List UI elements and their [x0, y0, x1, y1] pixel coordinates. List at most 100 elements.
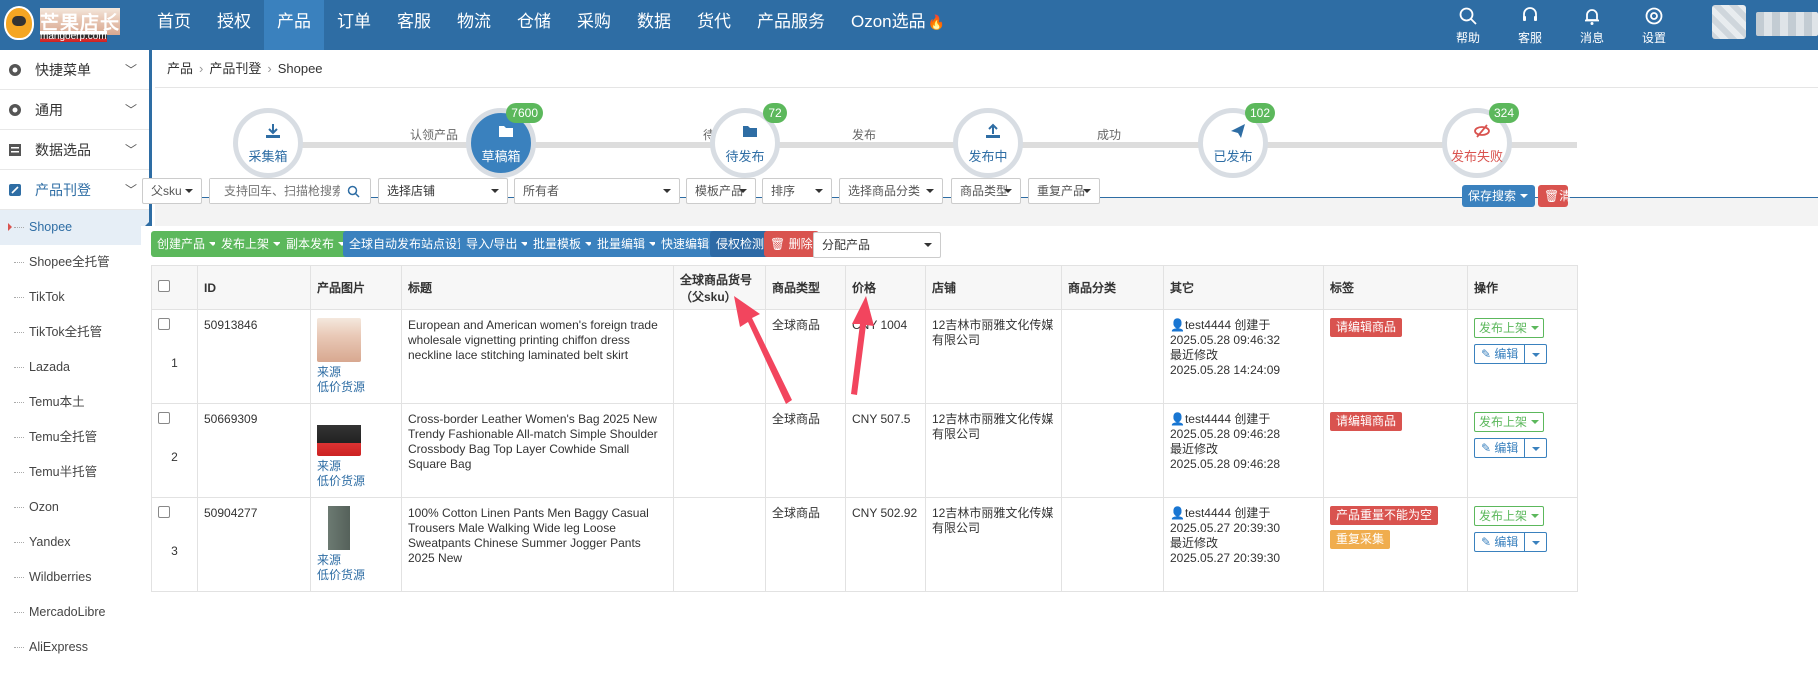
breadcrumb-item[interactable]: 产品刊登 — [209, 61, 261, 76]
help-tool[interactable]: 帮助 — [1437, 0, 1499, 50]
col-store: 店铺 — [925, 265, 1062, 310]
settings-tool[interactable]: 设置 — [1623, 0, 1685, 50]
step-link-publish[interactable]: 发布 — [852, 126, 876, 143]
nav-purchase[interactable]: 采购 — [564, 0, 624, 50]
quick-edit-button[interactable]: 快速编辑 — [655, 231, 716, 257]
row-publish-button[interactable]: 发布上架 — [1474, 506, 1545, 526]
batch-edit-button[interactable]: 批量编辑 — [591, 231, 664, 257]
product-thumbnail[interactable] — [317, 412, 361, 456]
button-label: 副本发布 — [286, 237, 335, 251]
nav-data[interactable]: 数据 — [624, 0, 684, 50]
step-publish-failed[interactable]: 发布失败 324 — [1442, 103, 1519, 178]
clear-button[interactable]: 🗑清 — [1538, 185, 1571, 207]
nav-warehouse[interactable]: 仓储 — [504, 0, 564, 50]
infringement-check-button[interactable]: 侵权检测 — [710, 231, 771, 257]
breadcrumb-item[interactable]: 产品 — [167, 61, 193, 76]
nav-product-service[interactable]: 产品服务 — [744, 0, 838, 50]
sidebar-item-tiktok-full[interactable]: TikTok全托管 — [0, 315, 149, 350]
save-search-button[interactable]: 保存搜索 — [1462, 185, 1535, 207]
sidebar-group-listing[interactable]: 产品刊登 ﹀ — [0, 170, 149, 210]
nav-service[interactable]: 客服 — [384, 0, 444, 50]
step-link-claim[interactable]: 认领产品 — [410, 126, 458, 143]
sidebar-item-temu-semi[interactable]: Temu半托管 — [0, 455, 149, 490]
step-draft-box[interactable]: 草稿箱 7600 — [466, 103, 543, 178]
sidebar-group-data-select[interactable]: 数据选品 ﹀ — [0, 130, 149, 170]
service-tool[interactable]: 客服 — [1499, 0, 1561, 50]
nav-product[interactable]: 产品 — [264, 0, 324, 50]
create-product-button[interactable]: 创建产品 — [151, 231, 224, 257]
owner-select[interactable]: 所有者 — [514, 178, 680, 204]
button-label: 编辑 — [1494, 347, 1519, 361]
edit-dropdown-toggle[interactable] — [1524, 345, 1546, 363]
step-publishing[interactable]: 发布中 — [953, 108, 1023, 178]
sidebar-group-general[interactable]: 通用 ﹀ — [0, 90, 149, 130]
sidebar-item-temu-local[interactable]: Temu本土 — [0, 385, 149, 420]
row-checkbox[interactable] — [158, 318, 170, 330]
row-edit-button[interactable]: ✎ 编辑 — [1474, 532, 1548, 552]
nav-home[interactable]: 首页 — [144, 0, 204, 50]
type-select[interactable]: 商品类型 — [951, 178, 1021, 204]
sidebar-item-shopee[interactable]: Shopee — [0, 210, 152, 245]
username-blurred[interactable] — [1756, 12, 1818, 36]
row-checkbox[interactable] — [158, 506, 170, 518]
nav-logistics[interactable]: 物流 — [444, 0, 504, 50]
search-icon[interactable] — [347, 185, 360, 198]
row-edit-button[interactable]: ✎ 编辑 — [1474, 438, 1548, 458]
row-price: CNY 502.92 — [845, 497, 926, 592]
product-thumbnail[interactable] — [317, 506, 361, 550]
message-tool[interactable]: 消息 — [1561, 0, 1623, 50]
row-publish-button[interactable]: 发布上架 — [1474, 318, 1545, 338]
copy-publish-button[interactable]: 副本发布 — [280, 231, 353, 257]
nav-ozon-select[interactable]: Ozon选品 🔥 — [838, 0, 958, 50]
nav-auth[interactable]: 授权 — [204, 0, 264, 50]
row-edit-button[interactable]: ✎ 编辑 — [1474, 344, 1548, 364]
sidebar-item-shopee-full[interactable]: Shopee全托管 — [0, 245, 149, 280]
publish-button[interactable]: 发布上架 — [215, 231, 288, 257]
sidebar-item-wildberries[interactable]: Wildberries — [0, 560, 149, 595]
store-select[interactable]: 选择店铺 — [378, 178, 508, 204]
category-select[interactable]: 选择商品分类 — [839, 178, 943, 204]
caret-down-icon — [1083, 189, 1091, 197]
cheap-source-link[interactable]: 低价货源 — [317, 380, 395, 395]
batch-template-button[interactable]: 批量模板 — [527, 231, 600, 257]
delete-button[interactable]: 🗑 删除 — [764, 231, 819, 257]
sidebar-item-lazada[interactable]: Lazada — [0, 350, 149, 385]
edit-label: ✎ 编辑 — [1475, 533, 1524, 551]
col-category: 商品分类 — [1061, 265, 1164, 310]
sidebar-group-quick[interactable]: 快捷菜单 ﹀ — [0, 50, 149, 90]
search-input[interactable] — [210, 179, 340, 203]
nav-order[interactable]: 订单 — [324, 0, 384, 50]
duplicate-select[interactable]: 重复产品 — [1028, 178, 1100, 204]
avatar[interactable] — [1712, 5, 1746, 39]
sidebar-item-mercadolibre[interactable]: MercadoLibre — [0, 595, 149, 630]
step-collect-box[interactable]: 采集箱 — [233, 108, 303, 178]
product-thumbnail[interactable] — [317, 318, 361, 362]
cheap-source-link[interactable]: 低价货源 — [317, 568, 395, 583]
parent-sku-select[interactable]: 父sku — [142, 178, 202, 204]
cheap-source-link[interactable]: 低价货源 — [317, 474, 395, 489]
nav-forwarder[interactable]: 货代 — [684, 0, 744, 50]
step-pending-publish[interactable]: 待发布 72 — [710, 103, 787, 178]
edit-dropdown-toggle[interactable] — [1524, 533, 1546, 551]
source-link[interactable]: 来源 — [317, 553, 395, 568]
app-logo[interactable]: 芒果店长 mangoerp.com — [4, 4, 124, 46]
sort-select[interactable]: 排序 — [762, 178, 832, 204]
source-link[interactable]: 来源 — [317, 365, 395, 380]
global-auto-publish-button[interactable]: 全球自动发布站点设置 — [343, 231, 476, 257]
select-all-checkbox[interactable] — [158, 280, 170, 292]
step-link-success[interactable]: 成功 — [1097, 126, 1121, 143]
step-published[interactable]: 已发布 102 — [1198, 103, 1275, 178]
row-checkbox[interactable] — [158, 412, 170, 424]
source-link[interactable]: 来源 — [317, 459, 395, 474]
template-select[interactable]: 模板产品 — [686, 178, 756, 204]
sidebar-item-ozon[interactable]: Ozon — [0, 490, 149, 525]
sidebar-item-tiktok[interactable]: TikTok — [0, 280, 149, 315]
assign-product-select[interactable]: 分配产品 — [813, 232, 941, 258]
import-export-button[interactable]: 导入/导出 — [460, 231, 536, 257]
row-created: 2025.05.28 09:46:32 — [1170, 333, 1281, 347]
row-publish-button[interactable]: 发布上架 — [1474, 412, 1545, 432]
sidebar-item-temu-full[interactable]: Temu全托管 — [0, 420, 149, 455]
edit-dropdown-toggle[interactable] — [1524, 439, 1546, 457]
sidebar-item-yandex[interactable]: Yandex — [0, 525, 149, 560]
sidebar-item-aliexpress[interactable]: AliExpress — [0, 630, 149, 665]
